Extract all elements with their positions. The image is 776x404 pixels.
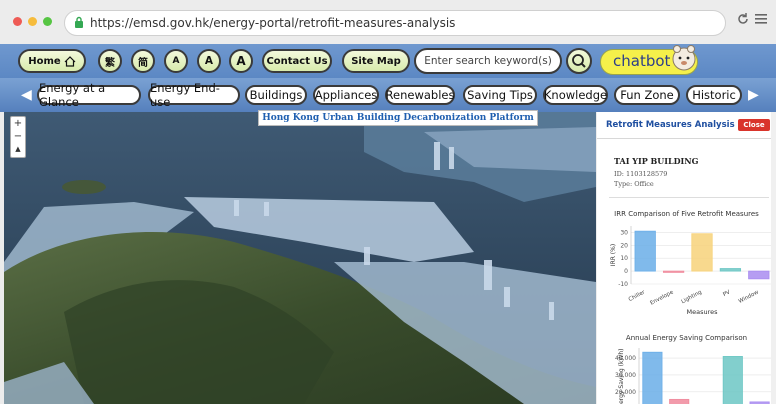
nav-next-arrow-icon[interactable]: ▶ xyxy=(748,87,759,103)
irr-chart-title: IRR Comparison of Five Retrofit Measures xyxy=(614,210,759,218)
tab-knowledge[interactable]: Knowledge xyxy=(543,85,608,105)
maximize-window-icon[interactable] xyxy=(43,17,52,26)
simplified-chinese-button[interactable]: 简 xyxy=(131,49,155,73)
home-label: Home xyxy=(28,55,61,67)
tab-energy-end-use[interactable]: Energy End-use xyxy=(148,81,240,109)
bar-chiller xyxy=(634,230,656,272)
x-tick-label: Envelope xyxy=(649,289,675,306)
contact-us-button[interactable]: Contact Us xyxy=(262,49,332,73)
map-title: Hong Kong Urban Building Decarbonization… xyxy=(258,110,538,126)
traditional-chinese-button[interactable]: 繁 xyxy=(98,49,122,73)
compass-icon[interactable]: ▲ xyxy=(11,143,25,156)
font-size-large-button[interactable]: A xyxy=(229,49,253,73)
x-tick-label: Chiller xyxy=(628,289,647,303)
y-tick-label: 30 xyxy=(620,229,628,236)
energy-chart: 40,00030,00020,00010,000Energy Saving (k… xyxy=(615,348,773,404)
browser-chrome: https://emsd.gov.hk/energy-portal/retrof… xyxy=(0,0,776,44)
zoom-out-button[interactable]: − xyxy=(11,130,25,143)
x-tick-label: Window xyxy=(738,289,760,305)
panel-header: Retrofit Measures Analysis Close xyxy=(597,112,776,139)
address-bar[interactable]: https://emsd.gov.hk/energy-portal/retrof… xyxy=(64,10,726,36)
chatbot-button[interactable]: chatbot xyxy=(600,45,698,75)
font-size-small-button[interactable]: A xyxy=(164,49,188,73)
y-tick-label: 20 xyxy=(620,242,628,249)
bar-envelope xyxy=(669,398,690,404)
x-tick-label: Lighting xyxy=(680,289,702,305)
zoom-in-button[interactable]: + xyxy=(11,117,25,130)
irr-chart: 30 20 10 0 -10Chiller Envelope Lighting PV Windo… xyxy=(610,226,773,316)
tab-appliances[interactable]: Appliances xyxy=(313,85,379,105)
house-icon xyxy=(64,55,76,67)
3d-city-map[interactable]: + − ▲ xyxy=(4,112,596,404)
bar-window xyxy=(748,270,770,280)
panel-title: Retrofit Measures Analysis xyxy=(606,120,735,130)
reload-icon[interactable] xyxy=(736,12,750,26)
y-tick-label: -10 xyxy=(618,281,628,288)
y-tick-label: 0 xyxy=(624,268,628,275)
font-size-medium-button[interactable]: A xyxy=(197,49,221,73)
close-button[interactable]: Close xyxy=(738,119,770,131)
building-id: ID: 1103128579 xyxy=(614,170,668,178)
menu-icon[interactable] xyxy=(755,12,767,26)
energy-chart-title: Annual Energy Saving Comparison xyxy=(625,334,748,342)
search-button[interactable] xyxy=(566,48,592,74)
building-name: TAI YIP BUILDING xyxy=(614,156,699,166)
site-header: Home 繁 简 A A A Contact Us Site Map Enter… xyxy=(0,44,776,78)
nav-prev-arrow-icon[interactable]: ◀ xyxy=(21,87,32,103)
close-window-icon[interactable] xyxy=(13,17,22,26)
bar-lighting xyxy=(691,233,713,272)
tab-historic[interactable]: Historic xyxy=(686,85,742,105)
x-axis-label: Measures xyxy=(686,308,718,316)
tab-energy-at-a-glance[interactable]: Energy at a Glance xyxy=(37,81,141,109)
retrofit-analysis-panel: Retrofit Measures Analysis Close TAI YIP… xyxy=(597,112,776,404)
bar-envelope xyxy=(662,270,685,273)
tab-renewables[interactable]: Renewables xyxy=(385,85,455,105)
tab-fun-zone[interactable]: Fun Zone xyxy=(614,85,680,105)
tab-saving-tips[interactable]: Saving Tips xyxy=(463,85,537,105)
chatbot-mascot-icon xyxy=(672,45,696,71)
lock-icon xyxy=(75,16,83,28)
chatbot-label: chatbot xyxy=(613,52,671,70)
site-map-button[interactable]: Site Map xyxy=(342,49,410,73)
minimize-window-icon[interactable] xyxy=(28,17,37,26)
bar-pv xyxy=(722,356,743,404)
map-canvas xyxy=(4,112,596,404)
tab-buildings[interactable]: Buildings xyxy=(245,85,307,105)
bar-pv xyxy=(719,268,742,272)
y-axis-label: IRR (%) xyxy=(610,244,617,266)
search-input[interactable]: Enter search keyword(s) xyxy=(414,48,562,74)
home-button[interactable]: Home xyxy=(18,49,86,73)
search-icon xyxy=(572,54,586,68)
main-navigation: ◀ Energy at a Glance Energy End-use Buil… xyxy=(0,78,776,112)
y-axis-label: Energy Saving (kWh) xyxy=(618,348,625,404)
bar-chiller xyxy=(642,351,663,404)
map-zoom-control: + − ▲ xyxy=(10,116,26,158)
x-tick-label: PV xyxy=(722,289,731,298)
building-type: Type: Office xyxy=(614,180,654,188)
y-tick-label: 10 xyxy=(620,255,628,262)
url-text: https://emsd.gov.hk/energy-portal/retrof… xyxy=(90,16,456,30)
panel-divider xyxy=(609,197,769,198)
panel-scrollbar[interactable] xyxy=(771,112,776,404)
